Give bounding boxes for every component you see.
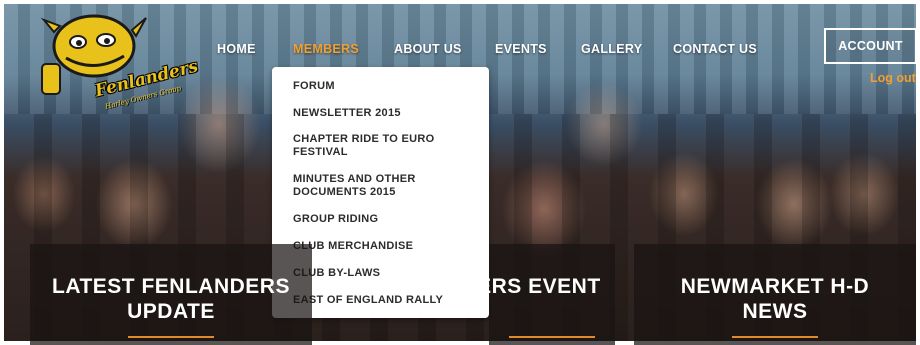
- card-divider: [509, 336, 595, 338]
- site-logo[interactable]: Fenlanders Harley Owners Group: [36, 12, 200, 111]
- menu-item-minutes-documents[interactable]: MINUTES AND OTHER DOCUMENTS 2015: [293, 173, 478, 199]
- menu-item-forum[interactable]: FORUM: [293, 80, 478, 93]
- card-title: NEWMARKET H-D NEWS: [680, 275, 870, 323]
- card-fenlanders-event[interactable]: FENLANDERS EVENT: [489, 244, 615, 345]
- menu-item-east-of-england-rally[interactable]: EAST OF ENGLAND RALLY: [293, 294, 478, 307]
- menu-item-club-by-laws[interactable]: CLUB BY-LAWS: [293, 267, 478, 280]
- account-button[interactable]: ACCOUNT: [824, 28, 917, 64]
- card-title: LATEST FENLANDERS UPDATE: [52, 275, 290, 323]
- nav-about-us[interactable]: ABOUT US: [394, 42, 462, 56]
- nav-events[interactable]: EVENTS: [495, 42, 547, 56]
- menu-item-newsletter-2015[interactable]: NEWSLETTER 2015: [293, 107, 478, 120]
- card-divider: [128, 336, 214, 338]
- card-newmarket-news[interactable]: NEWMARKET H-D NEWS: [634, 244, 916, 345]
- nav-home[interactable]: HOME: [217, 42, 256, 56]
- card-latest-update[interactable]: LATEST FENLANDERS UPDATE: [30, 244, 312, 345]
- card-title: FENLANDERS EVENT: [489, 275, 601, 298]
- nav-contact-us[interactable]: CONTACT US: [673, 42, 757, 56]
- menu-item-group-riding[interactable]: GROUP RIDING: [293, 213, 478, 226]
- menu-item-club-merchandise[interactable]: CLUB MERCHANDISE: [293, 240, 478, 253]
- card-divider: [732, 336, 818, 338]
- logout-link[interactable]: Log out: [870, 71, 916, 85]
- nav-gallery[interactable]: GALLERY: [581, 42, 642, 56]
- nav-members[interactable]: MEMBERS: [293, 42, 359, 56]
- menu-item-chapter-ride[interactable]: CHAPTER RIDE TO EURO FESTIVAL: [293, 133, 478, 159]
